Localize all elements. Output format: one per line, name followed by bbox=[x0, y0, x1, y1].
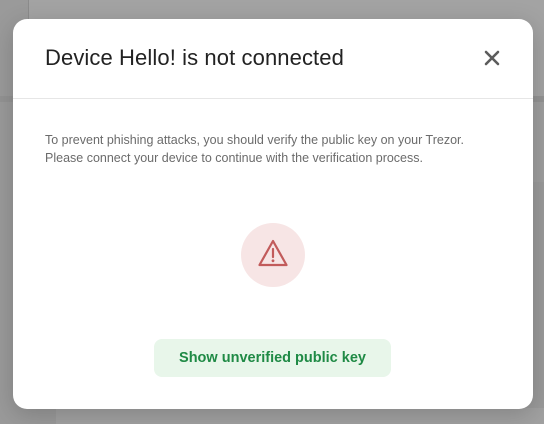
warning-triangle-icon bbox=[257, 238, 289, 273]
show-unverified-public-key-button[interactable]: Show unverified public key bbox=[154, 339, 391, 377]
background-footer bbox=[56, 408, 544, 424]
device-not-connected-modal: Device Hello! is not connected To preven… bbox=[13, 19, 533, 409]
warning-badge bbox=[241, 223, 305, 287]
close-button[interactable] bbox=[481, 47, 503, 69]
modal-header: Device Hello! is not connected bbox=[13, 19, 533, 99]
modal-description: To prevent phishing attacks, you should … bbox=[45, 133, 464, 165]
close-icon bbox=[484, 50, 500, 66]
modal-title: Device Hello! is not connected bbox=[45, 45, 344, 70]
